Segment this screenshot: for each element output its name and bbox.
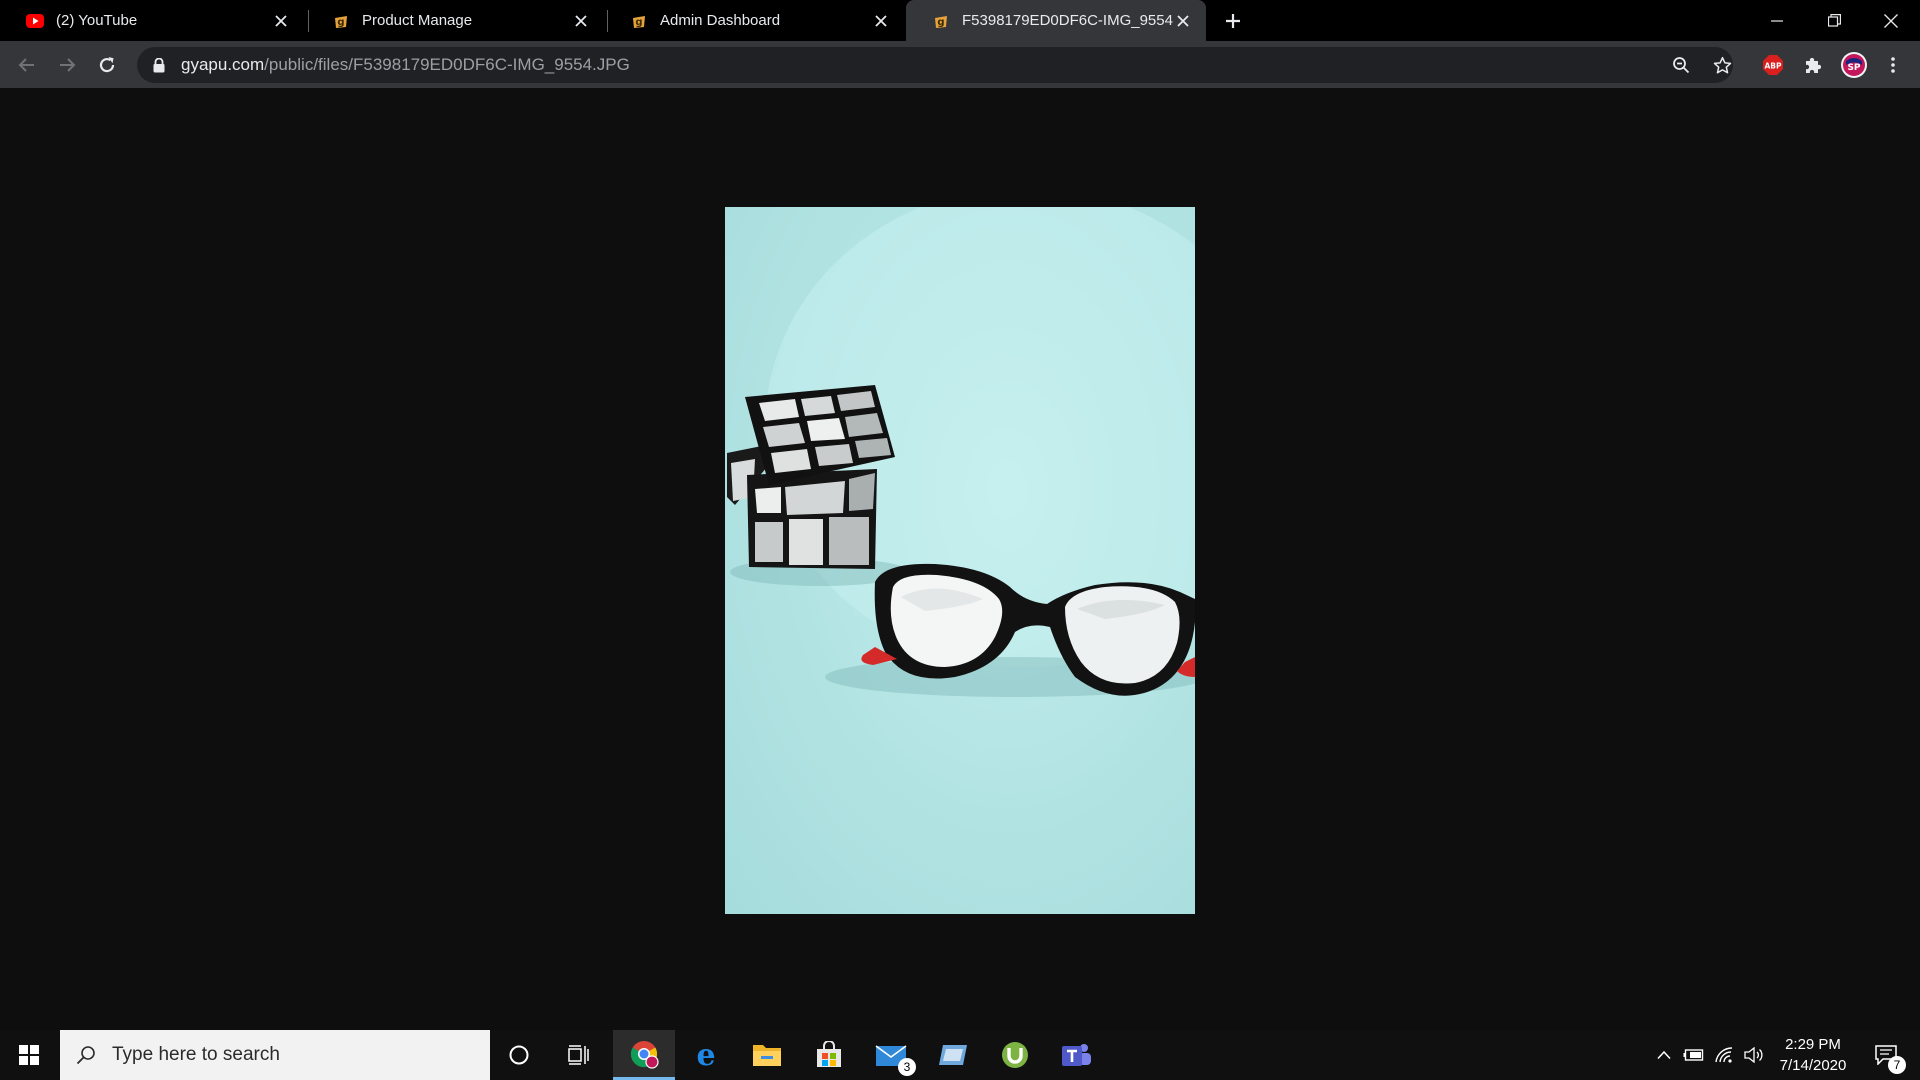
taskbar-clock[interactable]: 2:29 PM 7/14/2020: [1768, 1034, 1858, 1076]
show-hidden-icons-icon[interactable]: [1652, 1030, 1676, 1080]
tab-product-manage[interactable]: g Product Manage: [306, 0, 604, 41]
tab-image-file[interactable]: g F5398179ED0DF6C-IMG_9554.JPG: [906, 0, 1206, 41]
wifi-icon[interactable]: [1710, 1030, 1738, 1080]
clock-date: 7/14/2020: [1779, 1057, 1847, 1074]
taskbar-utorrent[interactable]: [986, 1030, 1044, 1080]
close-window-button[interactable]: [1862, 0, 1920, 41]
gyapu-icon: g: [630, 12, 648, 30]
restore-button[interactable]: [1805, 0, 1863, 41]
volume-icon[interactable]: [1740, 1030, 1768, 1080]
reload-button[interactable]: [91, 49, 123, 81]
battery-icon[interactable]: [1680, 1030, 1708, 1080]
taskbar-search-box[interactable]: Type here to search: [60, 1030, 490, 1080]
close-tab-icon[interactable]: [872, 12, 890, 30]
task-view-icon[interactable]: [550, 1030, 608, 1080]
svg-text:g: g: [337, 17, 344, 28]
url-path: /public/files/F5398179ED0DF6C-IMG_9554.J…: [264, 55, 630, 74]
cortana-icon[interactable]: [490, 1030, 548, 1080]
close-tab-icon[interactable]: [272, 12, 290, 30]
adblock-label: ABP: [1764, 62, 1782, 71]
taskbar-app[interactable]: [924, 1030, 982, 1080]
photo-content: [727, 207, 1195, 697]
taskbar-chrome[interactable]: [613, 1030, 675, 1080]
start-button[interactable]: [0, 1030, 58, 1080]
gyapu-icon: g: [932, 12, 950, 30]
notifications-button[interactable]: 7: [1864, 1030, 1908, 1080]
zoom-icon[interactable]: [1666, 50, 1696, 80]
image-viewer: [0, 88, 1920, 1030]
browser-menu-icon[interactable]: [1878, 50, 1908, 80]
clock-time: 2:29 PM: [1785, 1036, 1841, 1053]
tab-strip: (2) YouTube g Product Manage g Admin Das…: [0, 0, 1920, 41]
puzzle-extensions-icon[interactable]: [1798, 50, 1828, 80]
product-photo[interactable]: [725, 207, 1195, 914]
adblock-plus-icon[interactable]: ABP: [1758, 50, 1788, 80]
store-icon: [817, 1041, 841, 1067]
address-bar[interactable]: gyapu.com/public/files/F5398179ED0DF6C-I…: [137, 47, 1733, 83]
svg-text:g: g: [937, 17, 944, 28]
chrome-icon: [630, 1040, 659, 1069]
tab-title: Admin Dashboard: [660, 12, 781, 29]
url-host: gyapu.com: [181, 55, 265, 74]
utorrent-icon: [1002, 1042, 1028, 1068]
bookmark-star-icon[interactable]: [1707, 50, 1737, 80]
tab-admin-dashboard[interactable]: g Admin Dashboard: [604, 0, 904, 41]
tab-title: (2) YouTube: [56, 12, 138, 29]
svg-text:SP: SP: [1847, 63, 1860, 73]
notification-badge: 7: [1888, 1056, 1906, 1074]
search-icon: [74, 1043, 98, 1067]
tab-title: F5398179ED0DF6C-IMG_9554.JPG: [962, 12, 1174, 29]
edge-icon: e: [696, 1041, 715, 1069]
app-window-icon: [939, 1045, 967, 1065]
taskbar-store[interactable]: [800, 1030, 858, 1080]
close-tab-icon[interactable]: [1174, 12, 1192, 30]
folder-icon: [753, 1045, 781, 1066]
browser-toolbar: gyapu.com/public/files/F5398179ED0DF6C-I…: [0, 41, 1920, 88]
close-tab-icon[interactable]: [572, 12, 590, 30]
taskbar-edge[interactable]: e: [677, 1030, 735, 1080]
profile-avatar-icon[interactable]: SP: [1839, 50, 1869, 80]
forward-button[interactable]: [51, 49, 83, 81]
tab-youtube[interactable]: (2) YouTube: [0, 0, 304, 41]
taskbar-teams[interactable]: [1047, 1030, 1105, 1080]
youtube-icon: [26, 12, 44, 30]
taskbar-mail[interactable]: 3: [862, 1030, 920, 1080]
tab-title: Product Manage: [362, 12, 473, 29]
back-button[interactable]: [11, 49, 43, 81]
search-placeholder: Type here to search: [112, 1044, 280, 1065]
windows-taskbar: Type here to search e 3 2:29 PM 7/14/202…: [0, 1030, 1920, 1080]
new-tab-button[interactable]: [1220, 9, 1246, 33]
lock-icon[interactable]: [151, 57, 167, 73]
teams-icon: [1062, 1044, 1091, 1066]
taskbar-file-explorer[interactable]: [738, 1030, 796, 1080]
svg-text:g: g: [635, 17, 642, 28]
minimize-button[interactable]: [1748, 0, 1806, 41]
svg-text:e: e: [696, 1041, 715, 1069]
url-text[interactable]: gyapu.com/public/files/F5398179ED0DF6C-I…: [181, 55, 630, 75]
mail-badge: 3: [898, 1058, 916, 1076]
gyapu-icon: g: [332, 12, 350, 30]
